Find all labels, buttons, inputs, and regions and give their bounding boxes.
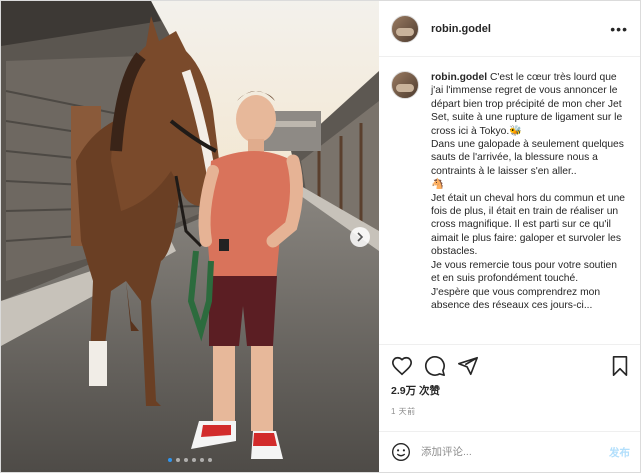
chevron-right-icon [357,232,364,242]
caption-fade [379,328,640,344]
instagram-post: robin.godel ••• robin.godel C'est le cœu… [0,0,641,473]
username-link[interactable]: robin.godel [431,23,491,35]
caption-paragraph: 🐴 [431,179,444,191]
caption-paragraph: Je vous remercie tous pour votre soutien… [431,259,618,285]
heart-icon[interactable] [391,355,413,377]
caption-username[interactable]: robin.godel [431,72,487,83]
caption-section: robin.godel C'est le cœur très lourd que… [379,57,640,344]
caption-paragraph: Dans une galopade à seulement quelques s… [431,139,624,177]
comment-bar: 发布 [379,431,640,472]
avatar[interactable] [391,71,419,99]
carousel-dot [192,458,196,462]
carousel-dot [208,458,212,462]
post-timestamp[interactable]: 1 天前 [391,406,630,417]
comment-icon[interactable] [424,355,446,377]
caption-text: robin.godel C'est le cœur très lourd que… [431,71,628,344]
action-bar: 2.9万 次赞 1 天前 [379,344,640,421]
action-icons [391,353,630,379]
carousel-dot [200,458,204,462]
bookmark-icon[interactable] [610,355,630,377]
share-icon[interactable] [457,355,479,377]
carousel-dot [176,458,180,462]
carousel-dot [184,458,188,462]
emoji-icon[interactable] [391,442,411,462]
photo-horse-and-rider [1,1,379,472]
caption-paragraph: J'espère que vous comprendrez mon absenc… [431,286,601,311]
post-photo[interactable] [1,1,379,472]
post-header: robin.godel ••• [379,1,640,57]
post-comment-button[interactable]: 发布 [609,445,630,460]
carousel-dot [168,458,172,462]
avatar[interactable] [391,14,419,43]
caption-paragraph: Jet était un cheval hors du commun et un… [431,192,626,258]
comment-input[interactable] [419,445,609,459]
carousel-indicator [1,458,379,462]
post-sidebar: robin.godel ••• robin.godel C'est le cœu… [379,1,640,472]
like-count[interactable]: 2.9万 次赞 [391,383,630,398]
carousel-next-button[interactable] [350,227,370,247]
caption-line: robin.godel C'est le cœur très lourd que… [431,71,628,138]
more-horizontal-icon[interactable]: ••• [610,21,628,37]
